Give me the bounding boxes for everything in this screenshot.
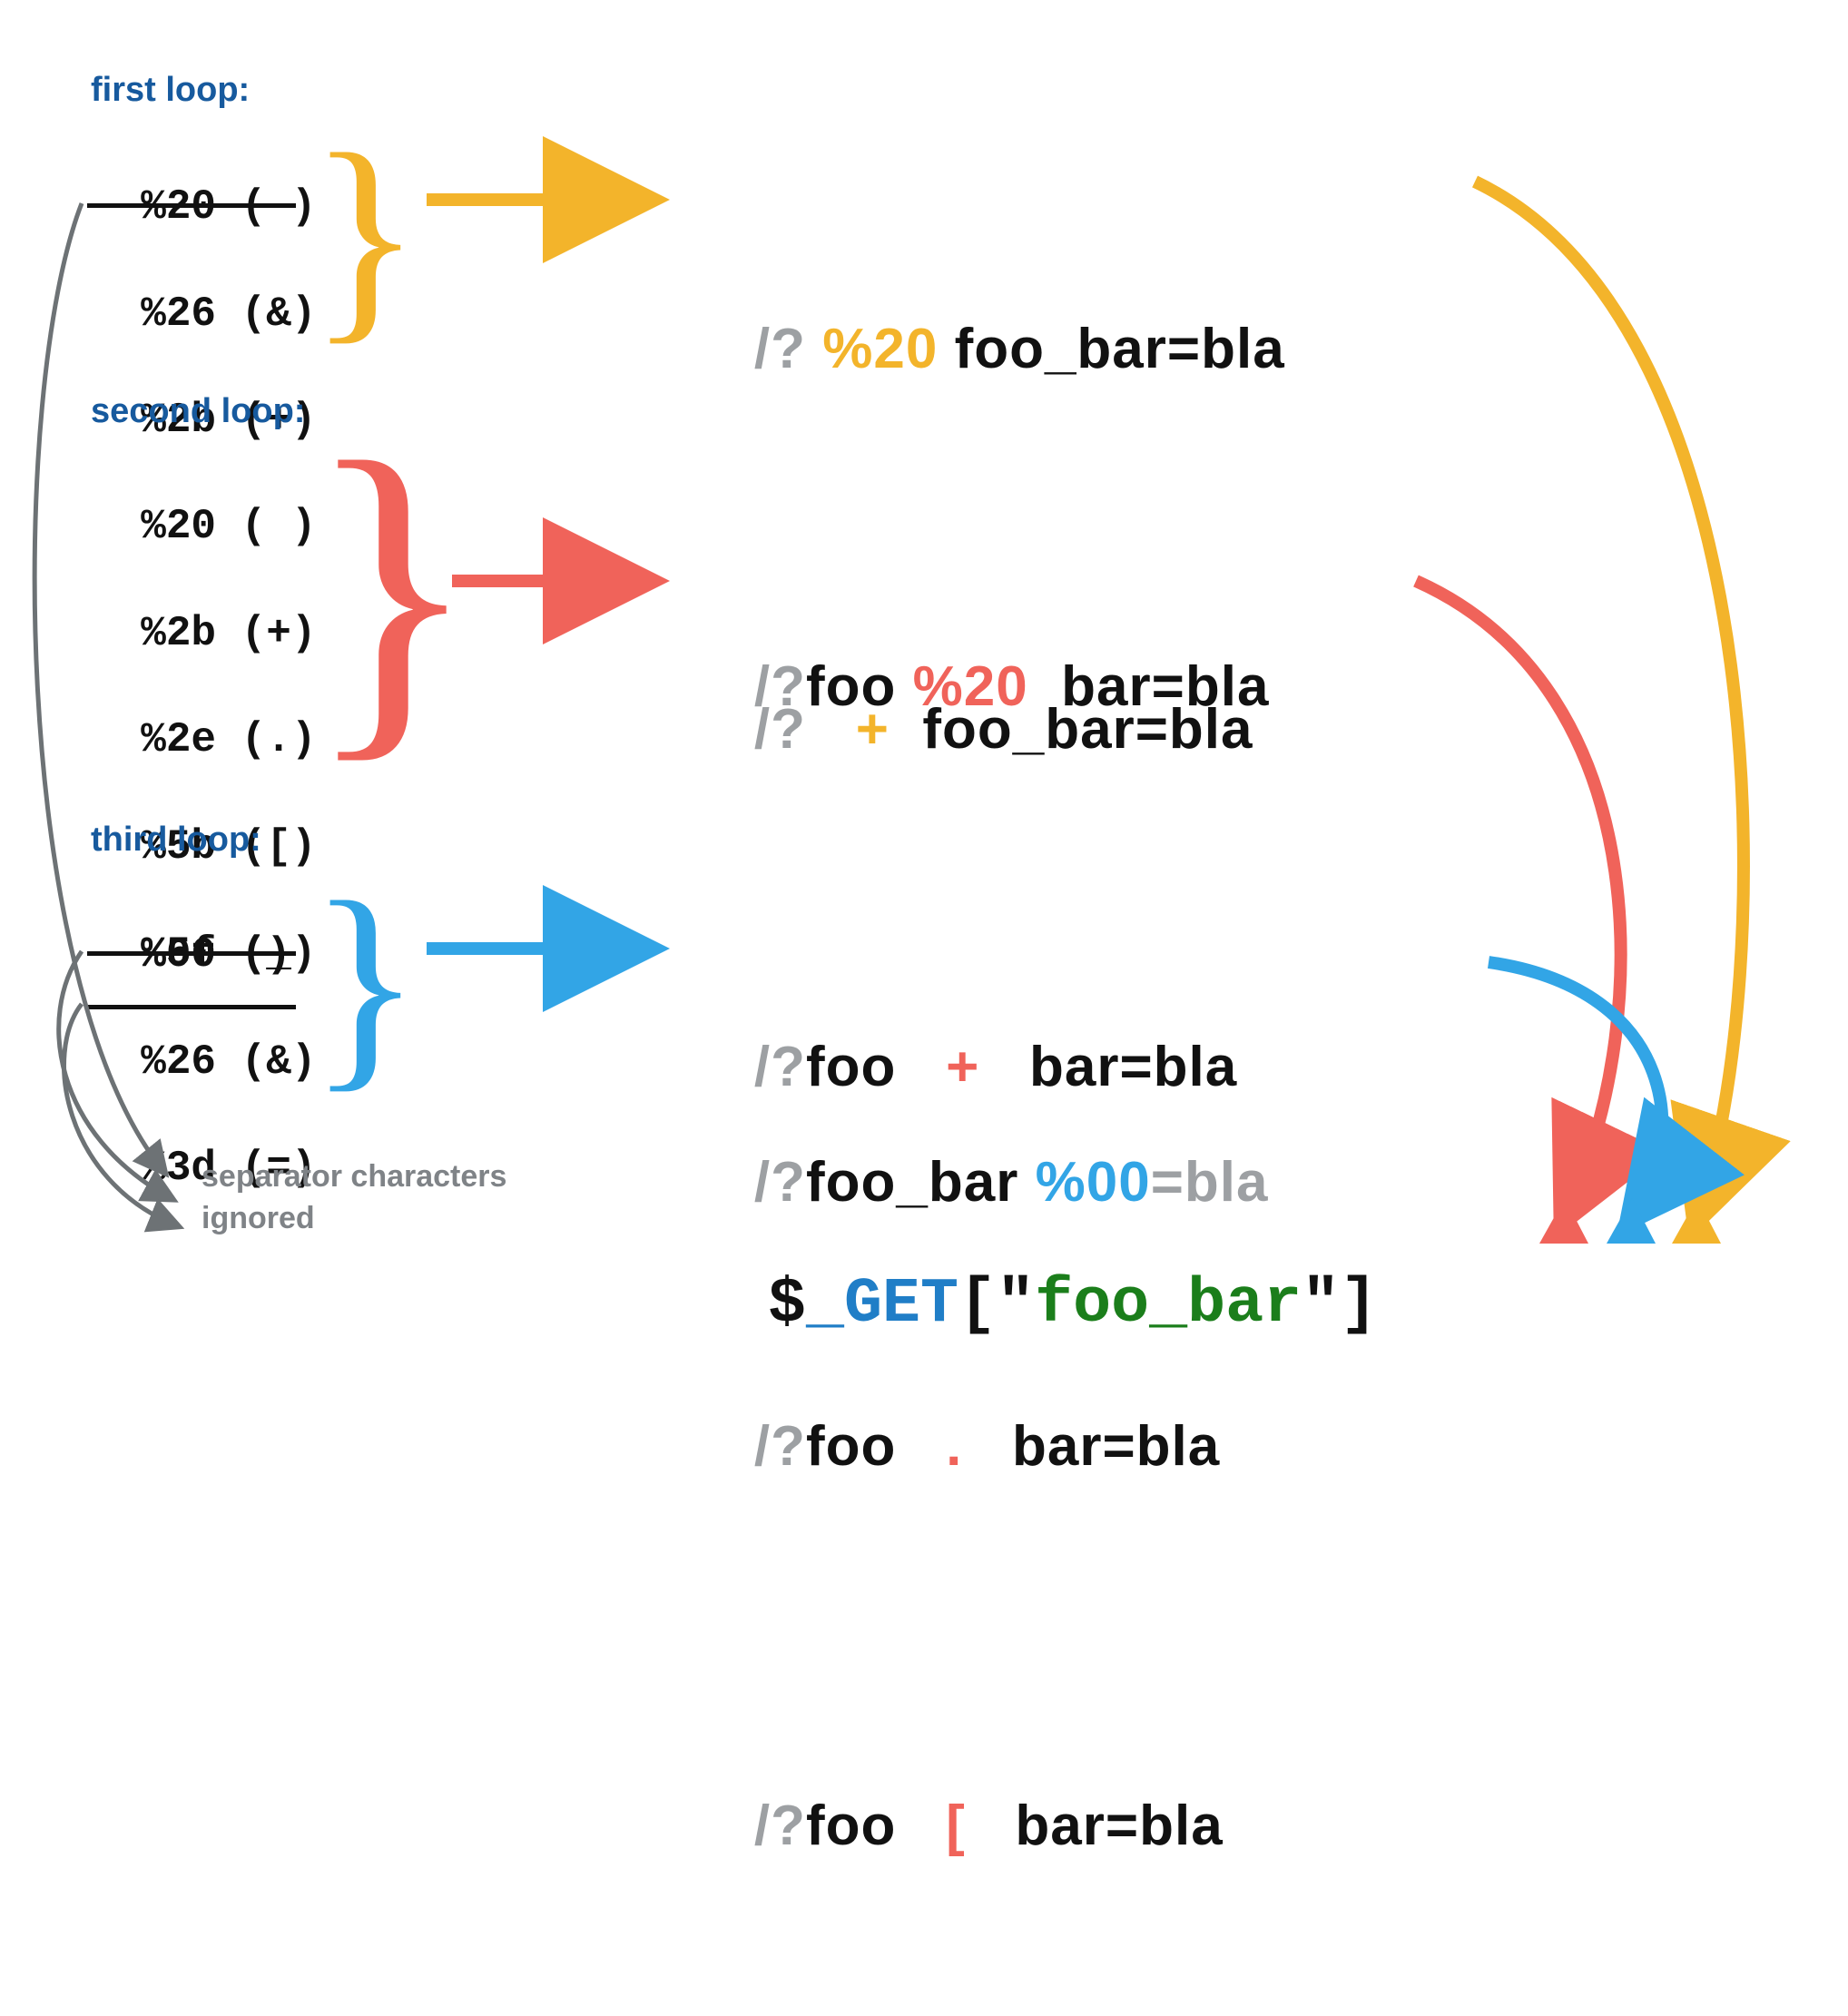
ex-post: bar=bla (998, 1795, 1224, 1857)
brace-first: } (309, 103, 422, 369)
ex-pre: /? (754, 318, 806, 380)
result-open: [" (958, 1269, 1035, 1341)
result-dollar: $ (768, 1269, 806, 1341)
label-third-loop: third loop: (91, 821, 261, 860)
ex-pre-foo: foo (806, 1415, 896, 1478)
caption-separator: separator characters ignored (202, 1156, 506, 1240)
ex-post: foo_bar=bla (955, 318, 1285, 380)
ex-post: =bla (1151, 1151, 1269, 1214)
code-item: %2b (+) (141, 610, 316, 657)
example-row: /?foo %20 bar=bla (688, 573, 1269, 801)
ex-pre-foobar: foo_bar (806, 1151, 1018, 1214)
code-item: %26 (&) (141, 290, 316, 338)
caption-line-1: separator characters (202, 1159, 506, 1194)
head-cyan-big (1607, 1198, 1656, 1244)
code-list-third: %00 () %26 (&) %3d (=) (91, 875, 316, 1195)
ex-mid: [ (896, 1795, 998, 1857)
ex-mid: %20 (806, 318, 955, 380)
strike-third-2 (87, 1005, 296, 1009)
result-get: _GET (806, 1269, 958, 1341)
code-item: %2e (.) (141, 716, 316, 763)
curve-first-to-result (1475, 182, 1744, 1216)
strike-third-1 (87, 951, 296, 956)
label-second-loop: second loop: (91, 392, 305, 431)
ex-pre-slash: /? (754, 1795, 806, 1857)
result-key: foo_bar (1035, 1269, 1302, 1341)
code-item: %20 ( ) (141, 503, 316, 550)
caption-line-2: ignored (202, 1201, 315, 1235)
ex-pre-slash: /? (754, 1151, 806, 1214)
brace-third: } (309, 851, 422, 1116)
result-close: "] (1302, 1269, 1378, 1341)
ex-pre-slash: /? (754, 655, 806, 718)
head-red-big (1539, 1198, 1588, 1244)
example-row: /?foo [ bar=bla (688, 1713, 1269, 1941)
ex-pre-foo: foo (806, 1795, 896, 1857)
strike-first-1 (87, 203, 296, 208)
ex-mid: %20 (896, 655, 1045, 718)
head-yellow-big (1672, 1198, 1721, 1244)
ex-pre-foo: foo (806, 655, 896, 718)
curve-second-to-result (1416, 581, 1621, 1216)
result-expr: $_GET["foo_bar"] (768, 1269, 1378, 1341)
ex-mid: %00 (1018, 1151, 1150, 1214)
brace-second: } (305, 381, 479, 799)
ex-mid: . (896, 1415, 995, 1478)
curve-third-to-result (1489, 962, 1662, 1216)
ex-pre-slash: /? (754, 1415, 806, 1478)
label-first-loop: first loop: (91, 71, 250, 110)
example-row: /?foo_bar %00=bla (688, 1068, 1269, 1296)
ex-post: bar=bla (996, 1415, 1221, 1478)
code-item: %26 (&) (141, 1038, 316, 1086)
ex-post: bar=bla (1045, 655, 1270, 718)
